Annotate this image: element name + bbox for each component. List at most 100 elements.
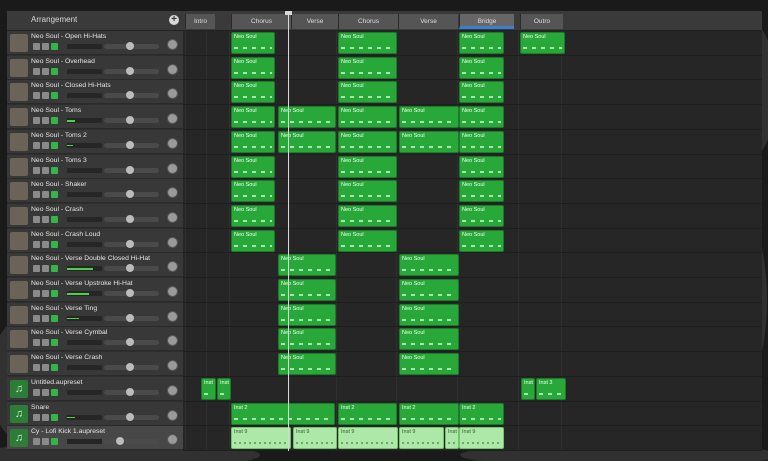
mute-icon[interactable]	[33, 314, 40, 322]
volume-slider[interactable]	[104, 165, 159, 174]
region[interactable]: Neo Soul	[338, 180, 397, 203]
volume-slider[interactable]	[104, 66, 159, 75]
headphones-icon[interactable]	[42, 364, 49, 372]
region[interactable]: Neo Soul	[459, 180, 504, 203]
region[interactable]: Neo Soul	[399, 328, 459, 351]
lock-icon[interactable]	[51, 240, 58, 248]
lock-icon[interactable]	[51, 388, 58, 396]
region[interactable]: Neo Soul	[278, 303, 336, 326]
section-chorus[interactable]: Chorus	[338, 14, 398, 29]
volume-slider-handle[interactable]	[126, 313, 134, 322]
region[interactable]: Neo Soul	[231, 130, 275, 153]
region[interactable]: Neo Soul	[399, 279, 459, 301]
pan-knob[interactable]	[167, 162, 178, 174]
track-header[interactable]: Neo Soul - Toms	[7, 105, 183, 130]
region[interactable]: Neo Soul	[338, 81, 397, 104]
volume-slider[interactable]	[104, 214, 159, 223]
volume-slider-handle[interactable]	[126, 116, 134, 125]
volume-slider-handle[interactable]	[126, 190, 134, 199]
volume-slider-handle[interactable]	[126, 165, 134, 174]
region[interactable]: Neo Soul	[399, 353, 459, 376]
pan-knob[interactable]	[167, 39, 178, 50]
mute-icon[interactable]	[33, 438, 40, 446]
volume-slider[interactable]	[104, 140, 159, 149]
mute-icon[interactable]	[33, 240, 40, 248]
lock-icon[interactable]	[51, 166, 58, 174]
region[interactable]: Neo Soul	[338, 229, 397, 252]
pan-knob[interactable]	[167, 88, 178, 100]
mute-icon[interactable]	[33, 290, 40, 297]
lock-icon[interactable]	[51, 141, 58, 149]
region[interactable]: Neo Soul	[338, 155, 397, 178]
mute-icon[interactable]	[33, 413, 40, 421]
section-verse[interactable]: Verse	[291, 14, 338, 29]
track-header[interactable]: Neo Soul - Open Hi-Hats	[7, 31, 183, 55]
pan-knob[interactable]	[167, 360, 178, 372]
volume-slider-handle[interactable]	[126, 264, 134, 273]
headphones-icon[interactable]	[42, 117, 49, 125]
volume-slider-handle[interactable]	[126, 239, 134, 248]
section-bridge[interactable]: Bridge	[459, 14, 514, 29]
track-header[interactable]: ♫ Snare	[7, 401, 183, 426]
mute-icon[interactable]	[33, 43, 40, 50]
region[interactable]: Neo Soul	[338, 56, 397, 79]
region[interactable]: Inst 2	[338, 402, 397, 425]
headphones-icon[interactable]	[42, 141, 49, 149]
region[interactable]: Neo Soul	[231, 106, 275, 129]
track-header[interactable]: Neo Soul - Verse Upstroke Hi-Hat	[7, 278, 183, 302]
region[interactable]: Inst	[217, 377, 231, 400]
mute-icon[interactable]	[33, 364, 40, 372]
lock-icon[interactable]	[51, 290, 58, 297]
lock-icon[interactable]	[51, 413, 58, 421]
tracks-area[interactable]: Neo Soul Neo Soul Neo Soul Neo Soul Neo Soul…	[183, 31, 762, 451]
region[interactable]: Neo Soul	[520, 32, 565, 54]
region[interactable]: Neo Soul	[459, 32, 504, 54]
pan-knob[interactable]	[167, 211, 178, 223]
section-outro[interactable]: Outro	[520, 14, 563, 29]
volume-slider-handle[interactable]	[126, 66, 134, 75]
region[interactable]: Inst 2	[399, 402, 459, 425]
lock-icon[interactable]	[51, 364, 58, 372]
lock-icon[interactable]	[51, 92, 58, 100]
volume-slider[interactable]	[104, 264, 159, 273]
track-header[interactable]: ♫ Untitled.aupreset	[7, 376, 183, 401]
region[interactable]: Neo Soul	[231, 81, 275, 104]
track-header[interactable]: Neo Soul - Overhead	[7, 55, 183, 80]
pan-knob[interactable]	[167, 63, 178, 75]
volume-slider-handle[interactable]	[116, 437, 124, 446]
playhead[interactable]	[288, 11, 289, 451]
track-header[interactable]: Neo Soul - Verse Double Closed Hi-Hat	[7, 253, 183, 278]
region[interactable]: Neo Soul	[459, 204, 504, 227]
volume-slider-handle[interactable]	[126, 363, 134, 372]
track-header[interactable]: ♫ Cy - Lofi Kick 1.aupreset	[7, 426, 183, 451]
region[interactable]: Inst 9	[445, 427, 459, 450]
mute-icon[interactable]	[33, 388, 40, 396]
region[interactable]: Neo Soul	[459, 56, 504, 79]
volume-slider-handle[interactable]	[126, 42, 134, 50]
pan-knob[interactable]	[167, 409, 178, 421]
pan-knob[interactable]	[167, 384, 178, 396]
lock-icon[interactable]	[51, 43, 58, 50]
region[interactable]: Inst 9	[338, 427, 398, 450]
mute-icon[interactable]	[33, 141, 40, 149]
volume-slider-handle[interactable]	[126, 338, 134, 347]
track-header[interactable]: Neo Soul - Closed Hi-Hats	[7, 80, 183, 105]
headphones-icon[interactable]	[42, 92, 49, 100]
volume-slider-handle[interactable]	[126, 387, 134, 396]
region[interactable]: Neo Soul	[338, 204, 397, 227]
headphones-icon[interactable]	[42, 43, 49, 50]
pan-knob[interactable]	[167, 261, 178, 273]
pan-knob[interactable]	[167, 286, 178, 297]
track-header[interactable]: Neo Soul - Verse Cymbal	[7, 327, 183, 352]
playhead-handle[interactable]	[285, 11, 292, 15]
volume-slider-handle[interactable]	[126, 140, 134, 149]
lock-icon[interactable]	[51, 67, 58, 75]
region[interactable]: Neo Soul	[278, 328, 336, 351]
pan-knob[interactable]	[167, 137, 178, 149]
headphones-icon[interactable]	[42, 191, 49, 199]
region[interactable]: Inst 9	[231, 427, 291, 450]
region[interactable]: Neo Soul	[399, 106, 459, 129]
mute-icon[interactable]	[33, 191, 40, 199]
region[interactable]: Neo Soul	[399, 254, 459, 277]
headphones-icon[interactable]	[42, 314, 49, 322]
